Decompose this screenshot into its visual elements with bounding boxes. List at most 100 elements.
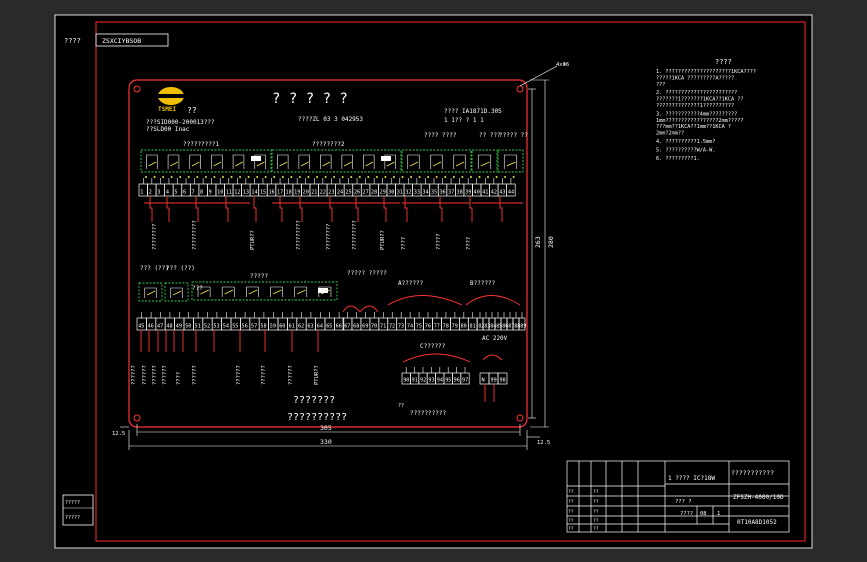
row2-group-label-1: ??? (??) xyxy=(140,265,169,272)
top-left-label: ???? xyxy=(64,37,81,45)
section-c-terminal-label-95: 95 xyxy=(445,378,451,384)
row1-terminal-label-24: 24 xyxy=(337,190,343,196)
row1-wire-label-4: ???????? xyxy=(326,224,332,251)
row1-terminal-label-21: 21 xyxy=(311,190,317,196)
note-2-line-1: 2. ??????????????????????? xyxy=(656,90,737,96)
row2-wire-label-4: ???? xyxy=(176,372,182,385)
row1-pin-19 xyxy=(298,176,301,178)
row1-pin-44 xyxy=(512,176,515,178)
row1-pin-23 xyxy=(333,176,336,178)
row1-terminal-label-23: 23 xyxy=(328,190,334,196)
row1-pin-40 xyxy=(478,176,481,178)
row1-pin-25 xyxy=(350,176,353,178)
row1-pin-34 xyxy=(427,176,430,178)
row1-terminal-label-18: 18 xyxy=(286,190,292,196)
dim-width-inner: 305 xyxy=(320,424,332,432)
row2-terminal-label-47: 47 xyxy=(157,324,163,330)
row1-terminal-label-13: 13 xyxy=(243,190,249,196)
section-a-label: A?????? xyxy=(398,280,424,287)
row1-terminal-label-34: 34 xyxy=(422,190,428,196)
note-3-line-2: 1mm?????????????????2mm????? xyxy=(656,118,743,124)
cad-viewport: ???? ZSXCIYBSOB ????? ????? 4xΦ6 TSMEI ?… xyxy=(0,0,867,562)
tb-row-label-4: ?? xyxy=(568,526,574,532)
row1-terminal-label-38: 38 xyxy=(457,190,463,196)
row1-wire-label-1: ????????? xyxy=(192,220,198,250)
row1-pin-9 xyxy=(213,176,216,178)
row1-pin-24 xyxy=(341,176,344,178)
left-stamp-line1: ????? xyxy=(65,500,80,506)
note-1-line-3: ??? xyxy=(656,82,665,88)
tb-scale: ??? ? xyxy=(675,499,692,505)
supply-terminal-label-99: 99 xyxy=(491,378,497,384)
row2-terminal-label-46: 46 xyxy=(148,324,154,330)
tb-row-label-3: ?? xyxy=(568,518,574,524)
row1-pin-21 xyxy=(316,176,318,178)
section-c-terminal-label-96: 96 xyxy=(454,378,460,384)
note-3-line-4: 2mm?2mm?? xyxy=(656,131,684,137)
row2-terminal-label-61: 61 xyxy=(289,324,295,330)
row1-wire-label-5: ????????? xyxy=(352,220,358,250)
row1-terminal-label-41: 41 xyxy=(482,190,488,196)
row1-terminal-label-15: 15 xyxy=(260,190,266,196)
header-line2: ??SLD00 Inac xyxy=(146,126,190,133)
header-right-line2: 1 1?? ? 1 1 xyxy=(444,117,484,124)
row1-pin-26 xyxy=(358,176,361,178)
row2-terminal-label-65: 65 xyxy=(326,324,332,330)
section-a-terminal-label-81: 81 xyxy=(470,324,476,330)
row1-pin-6 xyxy=(187,176,190,178)
bottom-text-1: ??????? xyxy=(293,395,335,406)
board-title: ? ? ? ? ? xyxy=(272,91,348,107)
row1-pin-3 xyxy=(162,176,165,178)
header-right-line1: ???? IA1871D.305 xyxy=(444,108,502,115)
row1-pin-12 xyxy=(239,176,242,178)
row1-terminal-label-43: 43 xyxy=(499,190,505,196)
note-2-line-3: ??????????????1?????????? xyxy=(656,103,734,109)
row1-pin-27 xyxy=(367,176,370,178)
section-a-terminal-label-78: 78 xyxy=(443,324,449,330)
row1-terminal-label-16: 16 xyxy=(268,190,274,196)
section-c-terminal-label-92: 92 xyxy=(420,378,426,384)
row2-terminal-label-51: 51 xyxy=(195,324,201,330)
logo-caption: ?? xyxy=(187,106,197,115)
section-a-terminal-label-67: 67 xyxy=(344,324,350,330)
row2-terminal-label-48: 48 xyxy=(166,324,172,330)
row1-wire-label-6: PTUR?? xyxy=(380,230,386,250)
row1-pin-16 xyxy=(273,176,276,178)
row1-pin-35 xyxy=(435,176,438,178)
row1-pin-11 xyxy=(230,176,233,178)
note-3-line-3: ???mm??1KCA??1mm??1KCA ? xyxy=(656,124,731,130)
row1-pin-33 xyxy=(418,176,421,178)
row1-terminal-label-26: 26 xyxy=(354,190,360,196)
row1-pin-1 xyxy=(145,176,147,178)
section-c-terminal-label-94: 94 xyxy=(437,378,443,384)
row2-wire-label-6: ?????? xyxy=(236,365,242,385)
notes-title: ???? xyxy=(715,58,732,66)
section-a-terminal-label-74: 74 xyxy=(407,324,413,330)
section-c-terminal-label-93: 93 xyxy=(428,378,434,384)
tb-drawing-no: ZFSZH-4000/10D xyxy=(733,494,784,501)
row1-terminal-label-5: 5 xyxy=(174,190,177,196)
header-line1: ???SID000-200013??? xyxy=(146,119,215,126)
dim-offset-left: 12.5 xyxy=(112,431,125,437)
row2-terminal-label-58: 58 xyxy=(260,324,266,330)
row2-wire-label-7: ?????? xyxy=(261,365,267,385)
row1-terminal-label-6: 6 xyxy=(183,190,186,196)
row1-wire-label-0: ???????? xyxy=(152,224,158,251)
tb-project: 1 ???? IC?18W xyxy=(668,475,715,482)
note-1-line-1: 1. ?????????????????????1KCA???? xyxy=(656,69,756,75)
row2-wire-label-0: ?????? xyxy=(131,365,137,385)
row2-group-label-2: ??? (??) xyxy=(166,265,195,272)
left-stamp-line2: ????? xyxy=(65,515,80,521)
row1-terminal-label-25: 25 xyxy=(345,190,351,196)
row1-wire-label-8: ????? xyxy=(436,233,442,250)
row1-terminal-label-40: 40 xyxy=(474,190,480,196)
row2-wire-label-9: PTUR?? xyxy=(314,365,320,385)
row1-group-label-3: ???? ???? xyxy=(424,132,457,139)
logo-text: TSMEI xyxy=(158,106,176,113)
row1-terminal-label-36: 36 xyxy=(439,190,445,196)
row2-group-label-4: ????? xyxy=(250,273,268,280)
row1-pin-5 xyxy=(179,176,182,178)
row1-group-label-2: ????????2 xyxy=(312,141,345,148)
row1-terminal-label-20: 20 xyxy=(303,190,309,196)
note-6-line-1: 6. ?????????1. xyxy=(656,156,700,162)
